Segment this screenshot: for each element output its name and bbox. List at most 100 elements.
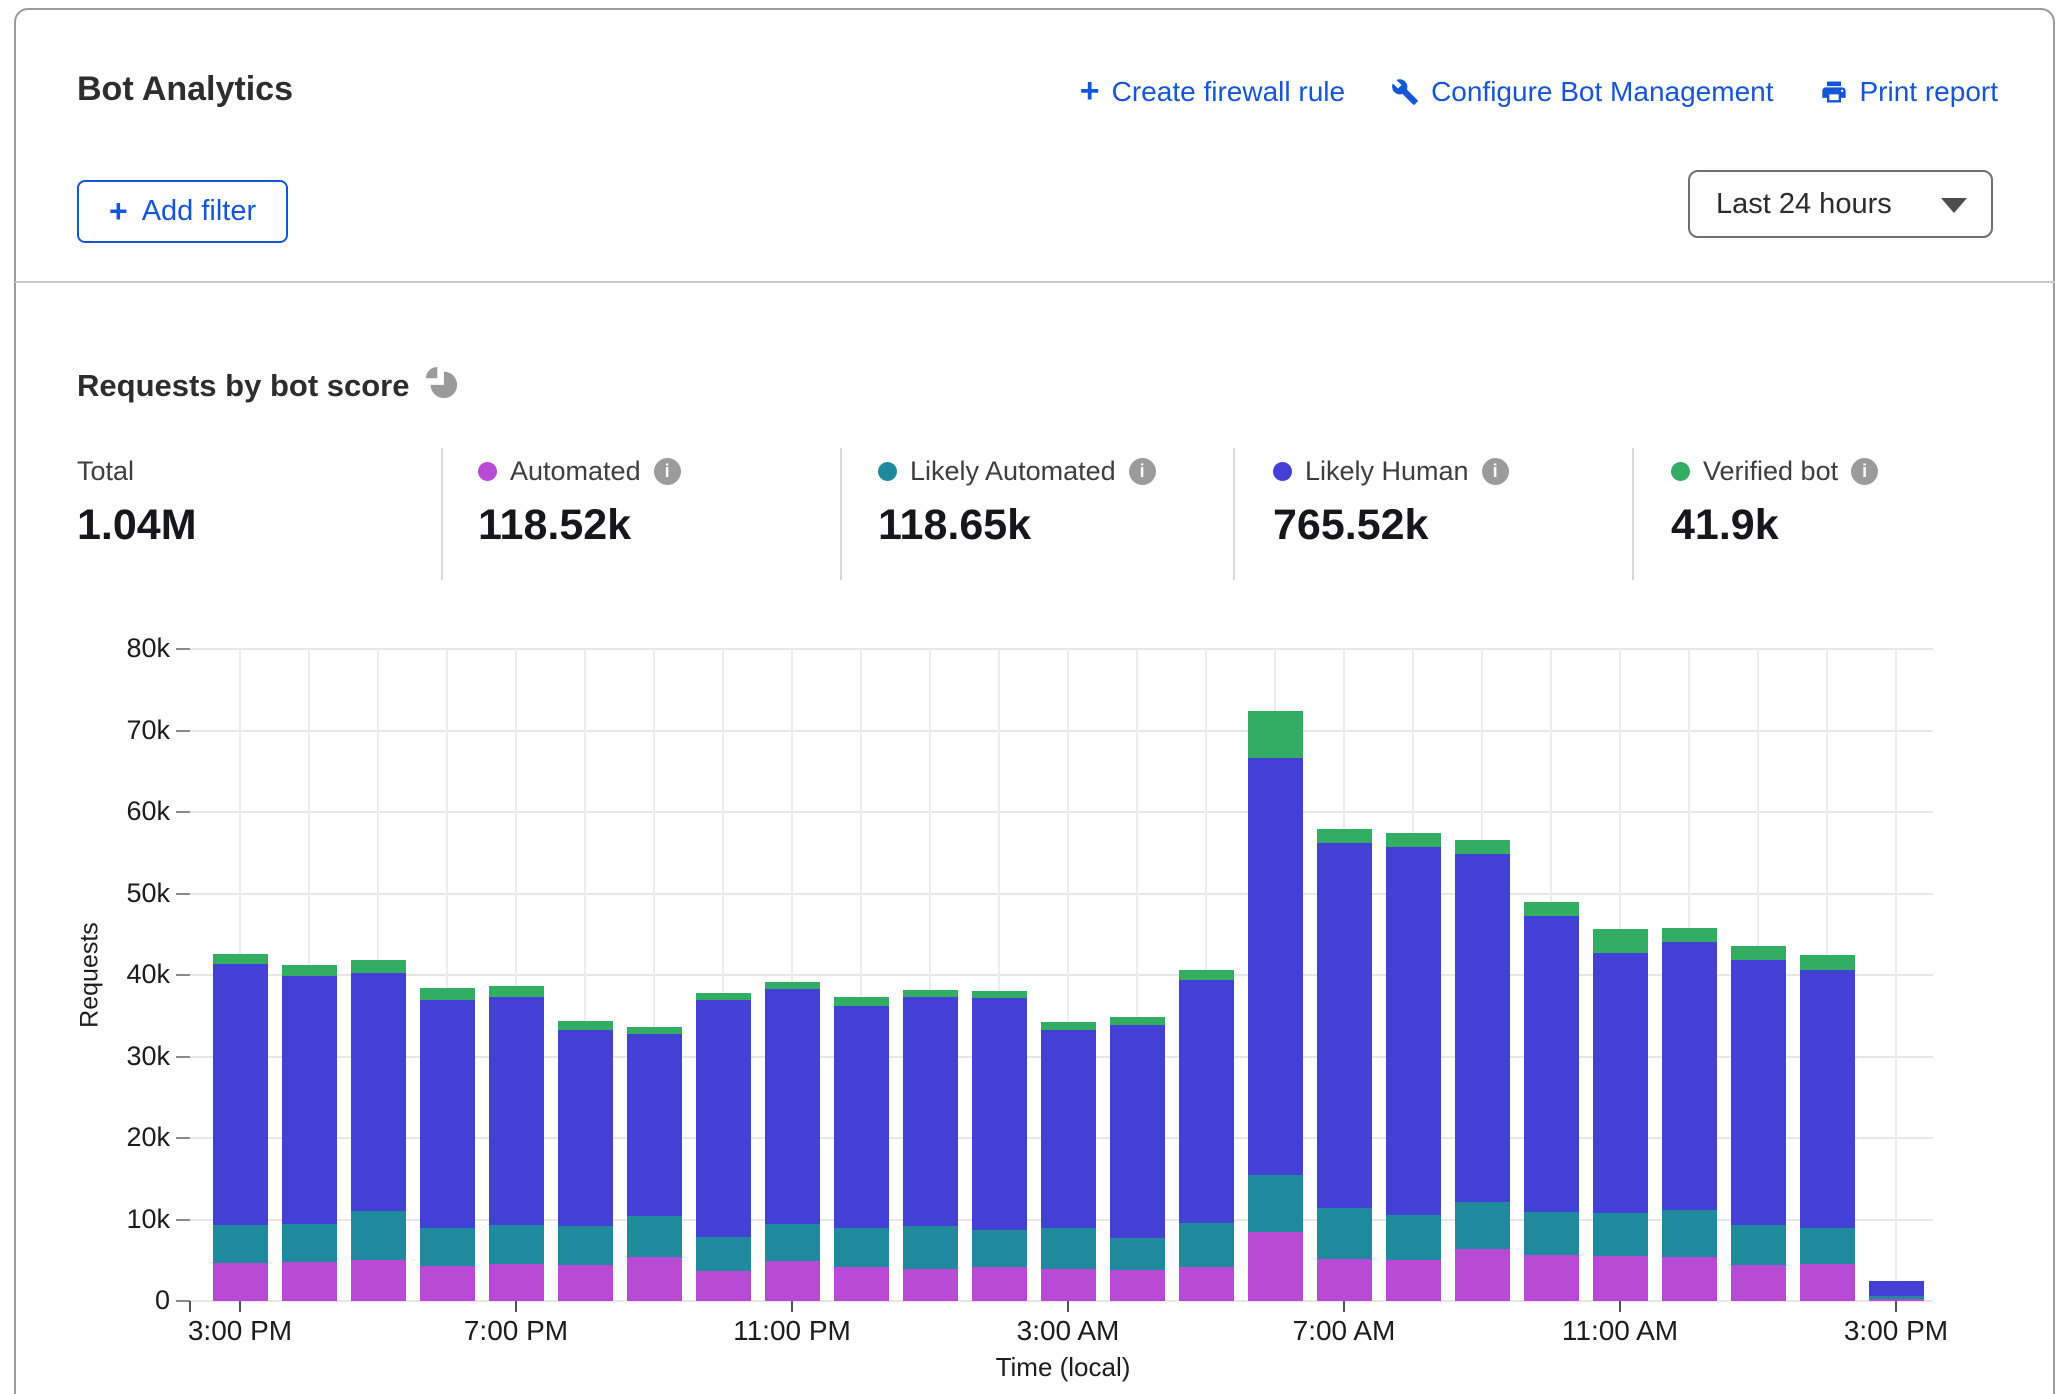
x-axis-tick	[791, 1301, 793, 1312]
legend-dot-likely-automated	[878, 462, 897, 481]
bar-segment-automated	[1524, 1255, 1579, 1301]
bar-segment-automated	[420, 1266, 475, 1301]
bar-segment-automated	[1455, 1249, 1510, 1301]
bar-segment-automated	[903, 1269, 958, 1301]
bar-segment-automated	[1731, 1265, 1786, 1301]
bar-segment-verified-bot	[1386, 833, 1441, 847]
print-report-link[interactable]: Print report	[1820, 76, 1999, 108]
stat-divider	[441, 448, 443, 580]
x-axis-tick	[1343, 1301, 1345, 1312]
time-range-select[interactable]: Last 24 hours	[1688, 170, 1993, 238]
configure-bot-management-link[interactable]: Configure Bot Management	[1391, 76, 1773, 108]
bar-segment-likely-human	[558, 1030, 613, 1226]
y-tick-label: 10k	[50, 1204, 170, 1235]
bar-segment-automated	[1179, 1267, 1234, 1301]
y-tick-label: 0	[50, 1285, 170, 1316]
add-filter-label: Add filter	[142, 195, 256, 228]
bar-segment-likely-automated	[765, 1224, 820, 1261]
print-report-label: Print report	[1860, 76, 1999, 108]
bar-segment-verified-bot	[1593, 929, 1648, 953]
bar-segment-likely-automated	[903, 1226, 958, 1269]
stat-divider	[1632, 448, 1634, 580]
legend-dot-verified-bot	[1671, 462, 1690, 481]
info-icon[interactable]: i	[1129, 458, 1156, 485]
bar-segment-likely-human	[1179, 980, 1234, 1223]
bar-segment-likely-human	[834, 1006, 889, 1228]
bar-segment-likely-human	[1593, 953, 1648, 1213]
stat-likely-human-label: Likely Human	[1305, 456, 1469, 487]
bar-segment-likely-human	[1317, 843, 1372, 1208]
bar-segment-automated	[351, 1260, 406, 1301]
x-tick-label: 7:00 PM	[426, 1315, 606, 1347]
bar-segment-verified-bot	[696, 993, 751, 1000]
info-icon[interactable]: i	[1482, 458, 1509, 485]
wrench-icon	[1391, 78, 1419, 106]
bar-segment-likely-automated	[1455, 1202, 1510, 1249]
page-title: Bot Analytics	[77, 70, 293, 109]
bar-segment-likely-human	[1869, 1281, 1924, 1296]
y-axis-tick	[176, 974, 190, 976]
bar-segment-automated	[1386, 1260, 1441, 1301]
header-divider	[15, 281, 2055, 283]
bar-segment-automated	[834, 1267, 889, 1301]
bar-segment-likely-automated	[489, 1225, 544, 1264]
bar-segment-verified-bot	[972, 991, 1027, 998]
bar-segment-automated	[1800, 1264, 1855, 1301]
bar-segment-verified-bot	[1731, 946, 1786, 960]
bar-segment-verified-bot	[903, 990, 958, 997]
bar-segment-automated	[972, 1267, 1027, 1301]
stat-likely-human-value: 765.52k	[1273, 501, 1509, 550]
y-tick-label: 40k	[50, 959, 170, 990]
bar-segment-likely-automated	[1662, 1210, 1717, 1257]
bar-segment-verified-bot	[1248, 711, 1303, 758]
x-axis-tick	[515, 1301, 517, 1312]
bar-segment-likely-automated	[1386, 1215, 1441, 1260]
bar-segment-verified-bot	[213, 954, 268, 964]
bar-segment-verified-bot	[627, 1027, 682, 1034]
bar-segment-likely-automated	[282, 1224, 337, 1262]
printer-icon	[1820, 78, 1848, 106]
bar-segment-verified-bot	[1524, 902, 1579, 916]
bar-segment-automated	[1110, 1270, 1165, 1301]
x-tick-label: 11:00 PM	[702, 1315, 882, 1347]
bar-segment-likely-automated	[627, 1216, 682, 1257]
bar-segment-verified-bot	[1455, 840, 1510, 854]
bar-segment-likely-automated	[1041, 1228, 1096, 1269]
bar-segment-automated	[1593, 1256, 1648, 1301]
stat-divider	[1233, 448, 1235, 580]
bar-segment-verified-bot	[834, 997, 889, 1006]
bar-segment-likely-human	[1248, 758, 1303, 1175]
info-icon[interactable]: i	[654, 458, 681, 485]
bar-segment-likely-human	[282, 976, 337, 1224]
stat-total: Total 1.04M	[77, 456, 197, 550]
y-tick-label: 80k	[50, 633, 170, 664]
stat-likely-automated-value: 118.65k	[878, 501, 1156, 550]
stat-divider	[840, 448, 842, 580]
bar-segment-likely-automated	[1869, 1296, 1924, 1299]
bar-segment-automated	[1662, 1257, 1717, 1301]
bar-segment-verified-bot	[1662, 928, 1717, 942]
stat-verified-bot: Verified bot i 41.9k	[1671, 456, 1878, 550]
bar-segment-likely-human	[765, 989, 820, 1224]
bar-segment-verified-bot	[351, 960, 406, 973]
y-axis-tick	[176, 648, 190, 650]
configure-bot-management-label: Configure Bot Management	[1431, 76, 1773, 108]
bar-segment-automated	[1317, 1259, 1372, 1301]
x-axis-tick	[189, 1301, 191, 1312]
bar-segment-verified-bot	[420, 988, 475, 1000]
y-axis-tick	[176, 893, 190, 895]
bar-segment-likely-automated	[1248, 1175, 1303, 1232]
stat-likely-human: Likely Human i 765.52k	[1273, 456, 1509, 550]
x-axis-tick	[239, 1301, 241, 1312]
x-tick-label: 11:00 AM	[1530, 1315, 1710, 1347]
bar-segment-verified-bot	[558, 1021, 613, 1030]
info-icon[interactable]: i	[1851, 458, 1878, 485]
legend-dot-likely-human	[1273, 462, 1292, 481]
stat-automated: Automated i 118.52k	[478, 456, 681, 550]
bar-segment-likely-human	[1800, 970, 1855, 1228]
bar-segment-likely-human	[1455, 854, 1510, 1202]
add-filter-button[interactable]: + Add filter	[77, 180, 288, 243]
bar-segment-likely-automated	[351, 1211, 406, 1260]
create-firewall-rule-link[interactable]: + Create firewall rule	[1080, 76, 1345, 108]
bar-segment-likely-human	[489, 997, 544, 1225]
